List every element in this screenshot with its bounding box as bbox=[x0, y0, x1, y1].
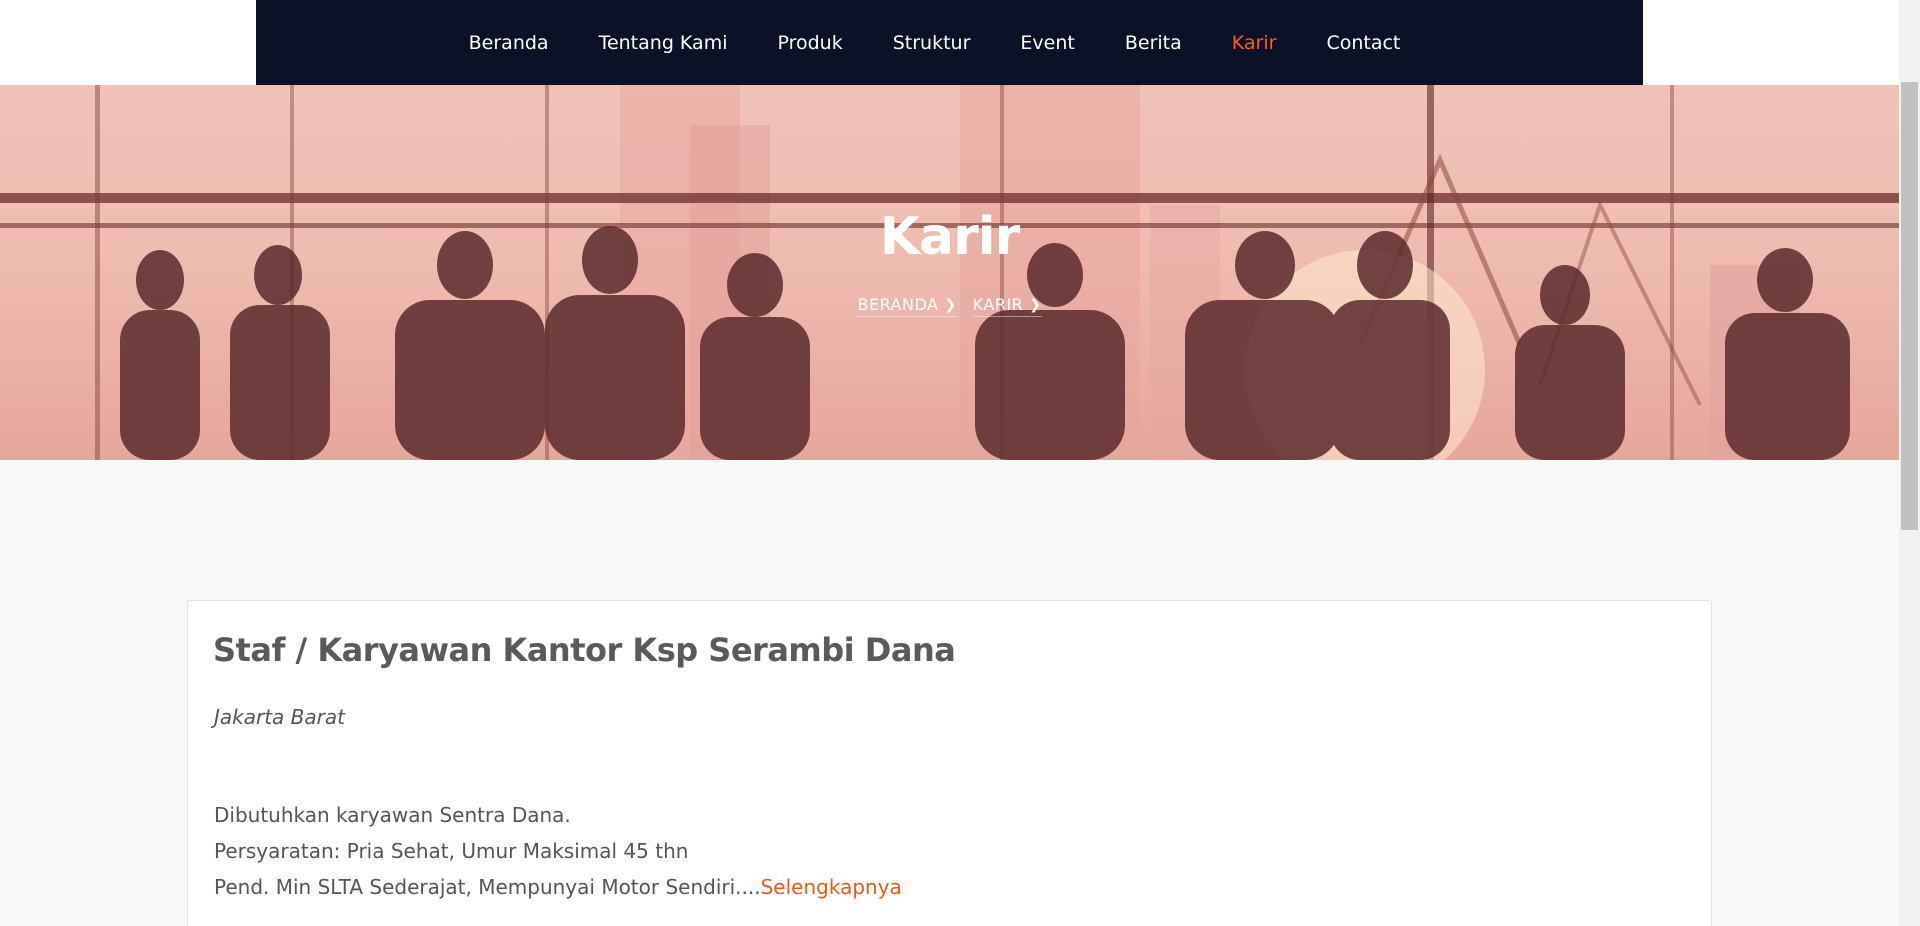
nav-item-berita[interactable]: Berita bbox=[1100, 32, 1207, 54]
page-hero-banner: Karir BERANDA ❯ KARIR ❯ bbox=[0, 85, 1899, 460]
chevron-right-icon: ❯ bbox=[944, 296, 957, 313]
nav-item-event[interactable]: Event bbox=[995, 32, 1099, 54]
job-description-line: Dibutuhkan karyawan Sentra Dana. bbox=[214, 803, 571, 827]
page-title: Karir bbox=[879, 207, 1021, 267]
nav-item-karir[interactable]: Karir bbox=[1207, 32, 1302, 54]
main-navigation: Beranda Tentang Kami Produk Struktur Eve… bbox=[256, 0, 1643, 85]
breadcrumb-label: BERANDA bbox=[857, 295, 939, 314]
breadcrumb-label: KARIR bbox=[972, 295, 1024, 314]
vertical-scrollbar[interactable] bbox=[1899, 0, 1920, 926]
nav-item-struktur[interactable]: Struktur bbox=[868, 32, 996, 54]
breadcrumb-item-karir[interactable]: KARIR ❯ bbox=[972, 295, 1042, 317]
job-location: Jakarta Barat bbox=[214, 705, 345, 729]
nav-menu: Beranda Tentang Kami Produk Struktur Eve… bbox=[444, 32, 1426, 54]
scrollbar-thumb[interactable] bbox=[1901, 82, 1918, 530]
nav-item-tentang-kami[interactable]: Tentang Kami bbox=[574, 32, 753, 54]
job-description-line: Pend. Min SLTA Sederajat, Mempunyai Moto… bbox=[214, 869, 902, 905]
job-description: Dibutuhkan karyawan Sentra Dana. Persyar… bbox=[214, 797, 902, 905]
breadcrumb: BERANDA ❯ KARIR ❯ bbox=[0, 295, 1899, 317]
job-description-line: Persyaratan: Pria Sehat, Umur Maksimal 4… bbox=[214, 839, 689, 863]
nav-item-contact[interactable]: Contact bbox=[1301, 32, 1425, 54]
read-more-link[interactable]: Selengkapnya bbox=[761, 875, 902, 899]
job-title: Staf / Karyawan Kantor Ksp Serambi Dana bbox=[213, 631, 956, 669]
job-description-text: Pend. Min SLTA Sederajat, Mempunyai Moto… bbox=[214, 875, 761, 899]
job-listing-card: Staf / Karyawan Kantor Ksp Serambi Dana … bbox=[187, 600, 1712, 926]
nav-item-beranda[interactable]: Beranda bbox=[444, 32, 574, 54]
chevron-right-icon: ❯ bbox=[1029, 296, 1042, 313]
hero-background-image bbox=[0, 85, 1899, 460]
nav-item-produk[interactable]: Produk bbox=[752, 32, 867, 54]
breadcrumb-item-beranda[interactable]: BERANDA ❯ bbox=[857, 295, 957, 317]
